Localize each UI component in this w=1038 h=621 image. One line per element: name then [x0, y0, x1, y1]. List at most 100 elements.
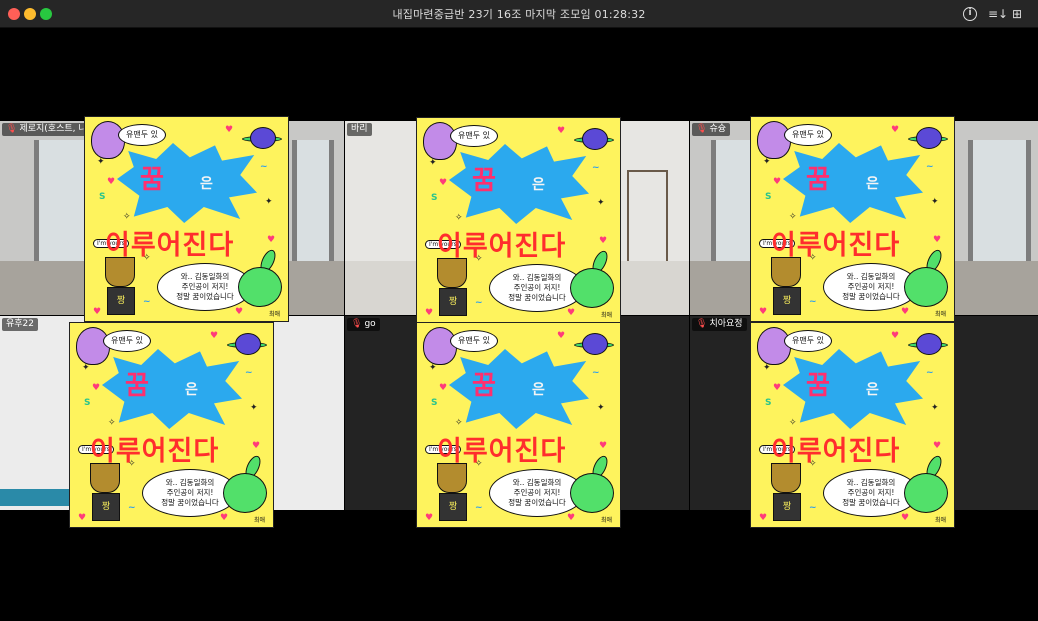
heart-icon: ♥ [599, 441, 608, 451]
sticker-bubble-top: 유맨두 있 [450, 330, 498, 352]
squiggle-icon: S [765, 192, 772, 202]
participant-name: 유후22 [6, 319, 35, 329]
planet-icon [250, 127, 276, 149]
participant-name: 치아요정 [709, 319, 743, 329]
green-bunny-icon [904, 267, 948, 307]
blue-burst-shape [102, 349, 242, 429]
sticker-eun-text: 은 [532, 382, 545, 398]
participant-nametag: 🎙 제로지(호스트, 나) [2, 123, 95, 136]
squiggle-icon: ~ [475, 298, 483, 308]
planet-icon [916, 333, 942, 355]
heart-icon: ♥ [425, 513, 434, 523]
squiggle-icon: ~ [809, 297, 817, 307]
sticker-bubble-top: 유맨두 있 [784, 330, 832, 352]
star-icon: ✦ [931, 197, 939, 207]
heart-icon: ♥ [759, 307, 768, 317]
heart-icon: ♥ [210, 331, 219, 341]
sticker-bubble-line: 정말 꿈이었습니다 [508, 498, 566, 507]
sticker-bubble-top: 유맨두 있 [103, 330, 151, 352]
sticker-signature: 최애 [934, 311, 946, 318]
participant-nametag: 바리 [347, 123, 372, 136]
blue-burst-shape [449, 144, 589, 224]
squiggle-icon: S [431, 398, 438, 408]
star-icon: ✧ [143, 253, 151, 263]
sticker-bubble-line: 정말 꿈이었습니다 [161, 498, 219, 507]
heart-icon: ♥ [439, 178, 448, 188]
squiggle-icon: ~ [926, 162, 934, 172]
heart-icon: ♥ [933, 235, 942, 245]
trophy-base-label: 짱 [439, 493, 467, 521]
blue-burst-shape [783, 349, 923, 429]
sticker-dream-text: 꿈 [472, 371, 499, 401]
mic-muted-icon: 🎙 [696, 319, 708, 329]
sticker-eun-text: 은 [866, 176, 879, 192]
mic-muted-icon: 🎙 [696, 124, 708, 134]
star-icon: ✦ [429, 158, 437, 168]
gallery-view: 🎙 제로지(호스트, 나) 바리 🎙 슈슝 유후22 🎙 go 🎙 치아요정 유… [0, 29, 1038, 621]
star-icon: ✦ [763, 157, 771, 167]
star-icon: ✧ [455, 213, 463, 223]
heart-icon: ♥ [93, 307, 102, 317]
squiggle-icon: ~ [128, 503, 136, 513]
heart-icon: ♥ [901, 513, 910, 523]
star-icon: ✦ [429, 363, 437, 373]
trophy-icon [771, 463, 801, 493]
star-icon: ✧ [809, 253, 817, 263]
squiggle-icon: ~ [143, 297, 151, 307]
heart-icon: ♥ [225, 125, 234, 135]
blue-burst-shape [117, 143, 257, 223]
squiggle-icon: ~ [260, 162, 268, 172]
sticker-bubble-line: 정말 꿈이었습니다 [842, 498, 900, 507]
planet-icon [582, 128, 608, 150]
sticker-signature: 최애 [600, 312, 612, 319]
heart-icon: ♥ [773, 383, 782, 393]
window-title: 내집마련중급반 23기 16조 마지막 조모임 01:28:32 [392, 8, 646, 21]
trophy-icon [771, 257, 801, 287]
sticker-signature: 최애 [600, 517, 612, 524]
sticker-image: 유맨두 있 꿈 은 I'm yours 이루어진다 짱 와.. 김동일화의 주인… [84, 116, 289, 322]
squiggle-icon: ~ [245, 368, 253, 378]
sticker-dream-text: 꿈 [806, 371, 833, 401]
sticker-bubble-line: 정말 꿈이었습니다 [508, 293, 566, 302]
squiggle-icon: ~ [926, 368, 934, 378]
participant-nametag: 🎙 go [347, 318, 380, 331]
trophy-base-label: 짱 [439, 288, 467, 316]
heart-icon: ♥ [267, 235, 276, 245]
sticker-bubble-top: 유맨두 있 [450, 125, 498, 147]
sticker-image: 유맨두 있 꿈 은 I'm yours 이루어진다 짱 와.. 김동일화의 주인… [416, 322, 621, 528]
star-icon: ✧ [475, 254, 483, 264]
planet-icon [235, 333, 261, 355]
star-icon: ✧ [123, 212, 131, 222]
heart-icon: ♥ [901, 307, 910, 317]
star-icon: ✧ [809, 459, 817, 469]
sticker-image: 유맨두 있 꿈 은 I'm yours 이루어진다 짱 와.. 김동일화의 주인… [750, 322, 955, 528]
sticker-image: 유맨두 있 꿈 은 I'm yours 이루어진다 짱 와.. 김동일화의 주인… [416, 117, 621, 323]
heart-icon: ♥ [107, 177, 116, 187]
heart-icon: ♥ [252, 441, 261, 451]
sticker-eun-text: 은 [200, 176, 213, 192]
sticker-signature: 최애 [934, 517, 946, 524]
squiggle-icon: S [84, 398, 91, 408]
sticker-image: 유맨두 있 꿈 은 I'm yours 이루어진다 짱 와.. 김동일화의 주인… [69, 322, 274, 528]
planet-icon [582, 333, 608, 355]
heart-icon: ♥ [557, 126, 566, 136]
info-circle-icon[interactable]: i [963, 7, 977, 21]
green-bunny-icon [223, 473, 267, 513]
sticker-dream-text: 꿈 [140, 165, 167, 195]
heart-icon: ♥ [759, 513, 768, 523]
star-icon: ✦ [597, 198, 605, 208]
heart-icon: ♥ [235, 307, 244, 317]
squiggle-icon: S [431, 193, 438, 203]
heart-icon: ♥ [439, 383, 448, 393]
heart-icon: ♥ [78, 513, 87, 523]
green-bunny-icon [904, 473, 948, 513]
planet-icon [916, 127, 942, 149]
sticker-dream-text: 꿈 [472, 166, 499, 196]
participant-nametag: 🎙 슈슝 [692, 123, 730, 136]
sticker-eun-text: 은 [532, 177, 545, 193]
sort-list-icon[interactable]: ≡↓ [988, 6, 1008, 22]
sticker-signature: 최애 [268, 311, 280, 318]
grid-view-icon[interactable]: ⊞ [1012, 6, 1022, 22]
green-bunny-icon [570, 268, 614, 308]
heart-icon: ♥ [567, 308, 576, 318]
